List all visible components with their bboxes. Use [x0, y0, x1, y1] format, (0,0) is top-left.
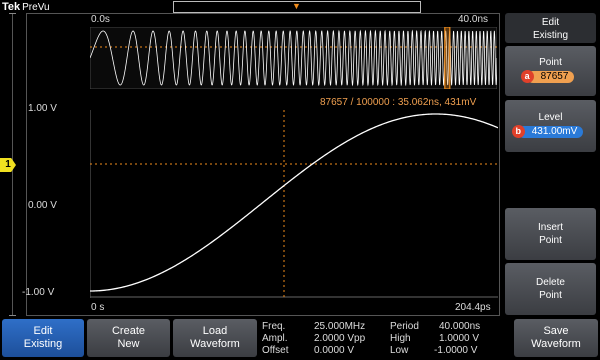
level-badge-icon: b	[511, 125, 525, 138]
offset-label: Offset	[262, 345, 289, 356]
record-position-marker-icon[interactable]: ▼	[292, 0, 301, 12]
period-label: Period	[390, 321, 419, 332]
x-start-label: 0 s	[91, 302, 105, 313]
edit-line2: Existing	[23, 338, 63, 350]
offset-value: 0.0000 V	[314, 345, 355, 356]
ruler-cap-bottom	[9, 315, 16, 316]
point-badge-icon: a	[520, 70, 534, 83]
x-end-label: 204.4ps	[455, 302, 491, 313]
create-line1: Create	[111, 325, 146, 337]
cursor-readout: 87657 / 100000 : 35.062ns, 431mV	[320, 97, 477, 108]
create-line2: New	[117, 338, 140, 350]
ampl-value: 2.0000 Vpp	[314, 333, 366, 344]
point-button[interactable]: Point a 87657	[505, 46, 596, 96]
side-title-line1: Edit	[541, 17, 560, 28]
insert-point-button[interactable]: Insert Point	[505, 208, 596, 260]
load-line1: Load	[202, 325, 228, 337]
waveform-parameters: Freq. 25.000MHz Period 40.000ns Ampl. 2.…	[262, 321, 510, 357]
tek-logo: Tek PreVu	[2, 1, 50, 13]
ruler-cap-top	[9, 13, 16, 14]
save-line2: Waveform	[531, 338, 581, 350]
point-value-field[interactable]: a 87657	[520, 70, 575, 83]
overview-waveform[interactable]	[90, 27, 497, 89]
delete-line1: Delete	[536, 277, 565, 288]
delete-line2: Point	[539, 290, 562, 301]
app-label: PreVu	[22, 2, 50, 13]
low-value: -1.0000 V	[434, 345, 478, 356]
brand-label: Tek	[2, 1, 21, 13]
level-value: 431.00mV	[531, 126, 578, 137]
ampl-label: Ampl.	[262, 333, 288, 344]
main-waveform-plot[interactable]	[90, 110, 498, 298]
overview-zoom-window[interactable]	[444, 27, 451, 89]
insert-line2: Point	[539, 235, 562, 246]
low-label: Low	[390, 345, 409, 356]
point-value: 87657	[540, 71, 569, 82]
high-label: High	[390, 333, 411, 344]
load-waveform-button[interactable]: Load Waveform	[173, 319, 257, 357]
insert-line1: Insert	[537, 222, 563, 233]
save-waveform-button[interactable]: Save Waveform	[514, 319, 598, 357]
edit-existing-button[interactable]: Edit Existing	[2, 319, 84, 357]
y-mid-label: 0.00 V	[28, 200, 57, 211]
level-label: Level	[538, 112, 563, 123]
period-value: 40.000ns	[439, 321, 481, 332]
freq-label: Freq.	[262, 321, 286, 332]
overview-start-label: 0.0s	[91, 14, 110, 25]
y-bottom-label: -1.00 V	[22, 287, 55, 298]
main-trace	[90, 113, 498, 292]
load-line2: Waveform	[190, 338, 240, 350]
point-label: Point	[539, 57, 562, 68]
level-value-field[interactable]: b 431.00mV	[511, 125, 584, 138]
level-button[interactable]: Level b 431.00mV	[505, 100, 596, 152]
overview-end-label: 40.0ns	[458, 14, 489, 25]
edit-line1: Edit	[33, 325, 53, 337]
delete-point-button[interactable]: Delete Point	[505, 263, 596, 315]
side-menu-title: Edit Existing	[505, 13, 596, 43]
side-title-line2: Existing	[532, 30, 568, 41]
channel-1-marker[interactable]: 1	[0, 158, 16, 172]
freq-value: 25.000MHz	[314, 321, 366, 332]
save-line1: Save	[543, 325, 569, 337]
high-value: 1.0000 V	[439, 333, 480, 344]
create-new-button[interactable]: Create New	[87, 319, 170, 357]
y-top-label: 1.00 V	[28, 103, 57, 114]
